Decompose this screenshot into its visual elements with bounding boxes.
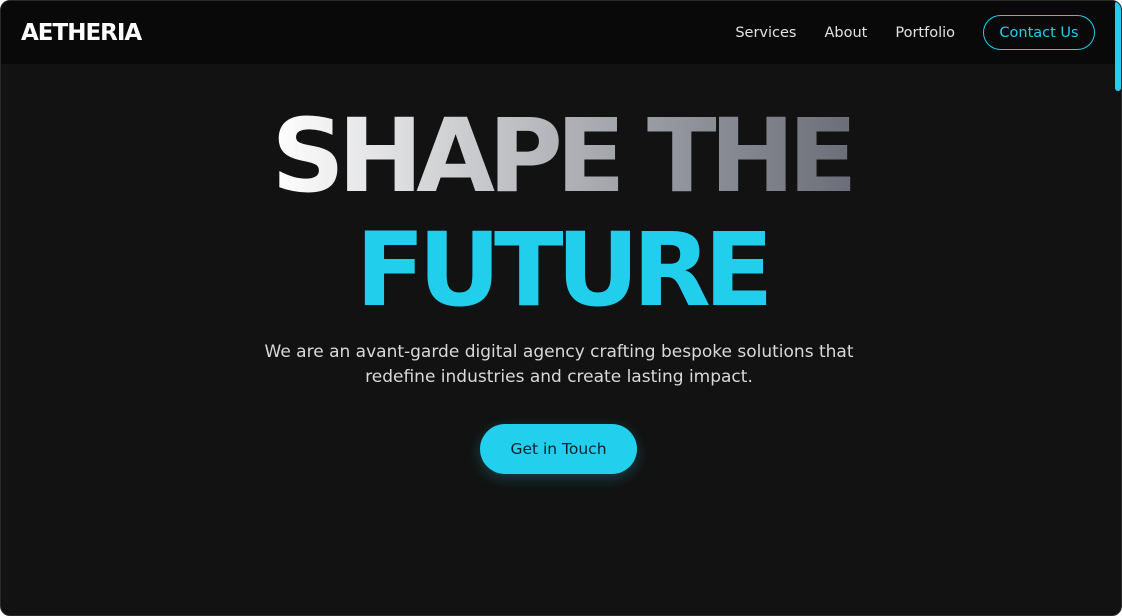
contact-us-button[interactable]: Contact Us — [983, 15, 1095, 50]
nav-links: Services About Portfolio Contact Us — [735, 14, 1095, 51]
nav-link-about[interactable]: About — [824, 25, 867, 41]
nav-link-services[interactable]: Services — [735, 25, 796, 41]
nav-link-portfolio[interactable]: Portfolio — [895, 25, 955, 41]
hero-title-line1: SHAPE THE — [1, 101, 1121, 213]
hero-title-line1-text: SHAPE THE — [271, 97, 857, 216]
hero-title-line2: FUTURE — [355, 211, 773, 330]
logo[interactable]: AETHERIA — [21, 18, 142, 48]
browser-viewport: AETHERIA Services About Portfolio Contac… — [0, 0, 1122, 616]
scrollbar-thumb[interactable] — [1115, 1, 1121, 91]
hero-subtitle: We are an avant-garde digital agency cra… — [264, 342, 854, 387]
navbar: AETHERIA Services About Portfolio Contac… — [1, 1, 1121, 64]
get-in-touch-button[interactable]: Get in Touch — [480, 424, 637, 474]
